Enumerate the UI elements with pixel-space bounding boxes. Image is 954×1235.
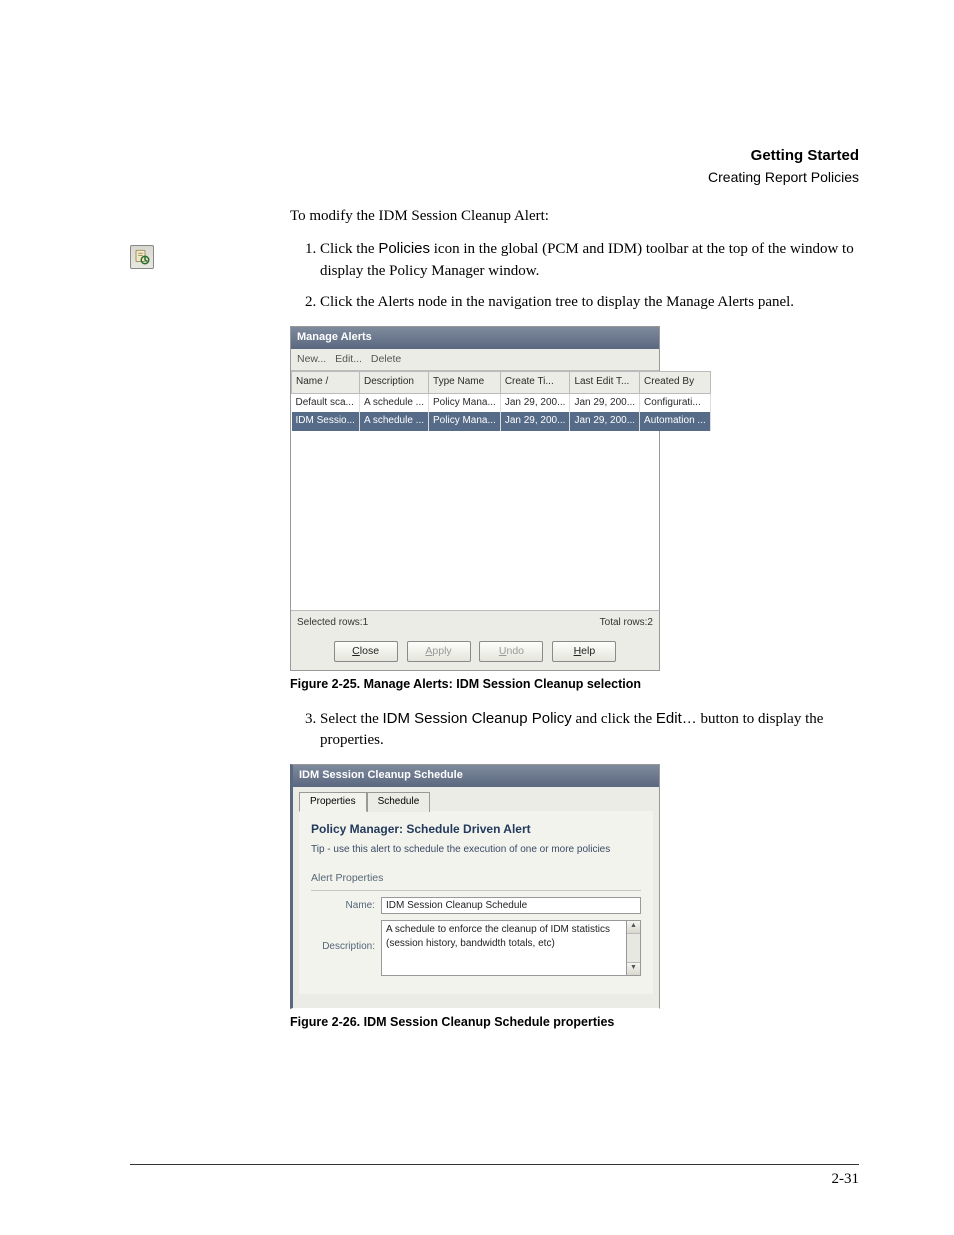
schedule-dialog: IDM Session Cleanup Schedule Properties … <box>290 764 660 1009</box>
header-subtitle: Creating Report Policies <box>708 167 859 187</box>
policies-icon <box>130 245 154 269</box>
help-button[interactable]: Help <box>552 641 616 662</box>
dialog-heading: Policy Manager: Schedule Driven Alert <box>311 821 641 838</box>
col-create[interactable]: Create Ti... <box>500 372 570 394</box>
description-field[interactable]: A schedule to enforce the cleanup of IDM… <box>381 920 627 976</box>
step-2: Click the Alerts node in the navigation … <box>320 292 859 314</box>
col-description[interactable]: Description <box>359 372 428 394</box>
figure-caption-2: Figure 2-26. IDM Session Cleanup Schedul… <box>290 1013 859 1031</box>
page-header: Getting Started Creating Report Policies <box>708 145 859 187</box>
menu-edit[interactable]: Edit... <box>335 353 362 365</box>
table-empty-area <box>291 431 659 611</box>
scroll-down-icon[interactable]: ▼ <box>627 962 640 975</box>
alert-properties-section: Alert Properties <box>311 871 641 890</box>
intro-text: To modify the IDM Session Cleanup Alert: <box>290 206 859 228</box>
col-type[interactable]: Type Name <box>429 372 501 394</box>
col-lastedit[interactable]: Last Edit T... <box>570 372 640 394</box>
col-createdby[interactable]: Created By <box>640 372 711 394</box>
close-button[interactable]: Close <box>334 641 398 662</box>
header-title: Getting Started <box>708 145 859 167</box>
total-rows-label: Total rows:2 <box>600 616 653 631</box>
selected-rows-label: Selected rows:1 <box>297 616 368 631</box>
scrollbar[interactable]: ▲ ▼ <box>627 920 641 976</box>
tab-schedule[interactable]: Schedule <box>367 792 431 813</box>
undo-button[interactable]: Undo <box>479 641 543 662</box>
policies-term: Policies <box>378 240 430 257</box>
table-header-row: Name / Description Type Name Create Ti..… <box>292 372 711 394</box>
menu-new[interactable]: New... <box>297 353 326 365</box>
scroll-up-icon[interactable]: ▲ <box>627 921 640 934</box>
schedule-dialog-title: IDM Session Cleanup Schedule <box>293 765 659 787</box>
description-label: Description: <box>311 920 381 955</box>
manage-alerts-title: Manage Alerts <box>291 327 659 349</box>
alerts-table: Name / Description Type Name Create Ti..… <box>291 371 711 431</box>
name-label: Name: <box>311 897 381 914</box>
edit-button-term: Edit… <box>656 710 697 727</box>
apply-button[interactable]: Apply <box>407 641 471 662</box>
manage-alerts-window: Manage Alerts New... Edit... Delete Name… <box>290 326 660 671</box>
table-row-selected[interactable]: IDM Sessio... A schedule ... Policy Mana… <box>292 412 711 431</box>
dialog-tip: Tip - use this alert to schedule the exe… <box>311 843 641 858</box>
step-3: Select the IDM Session Cleanup Policy an… <box>320 708 859 753</box>
manage-alerts-menubar: New... Edit... Delete <box>291 349 659 371</box>
name-field[interactable] <box>381 897 641 914</box>
col-name[interactable]: Name / <box>292 372 360 394</box>
tab-properties[interactable]: Properties <box>299 792 367 813</box>
page-number: 2-31 <box>832 1169 860 1191</box>
menu-delete[interactable]: Delete <box>371 353 401 365</box>
figure-caption-1: Figure 2-25. Manage Alerts: IDM Session … <box>290 675 859 693</box>
table-row[interactable]: Default sca... A schedule ... Policy Man… <box>292 393 711 412</box>
footer-rule <box>130 1164 859 1165</box>
policy-name-term: IDM Session Cleanup Policy <box>382 710 571 727</box>
step-1: Click the Policies icon in the global (P… <box>320 238 859 283</box>
